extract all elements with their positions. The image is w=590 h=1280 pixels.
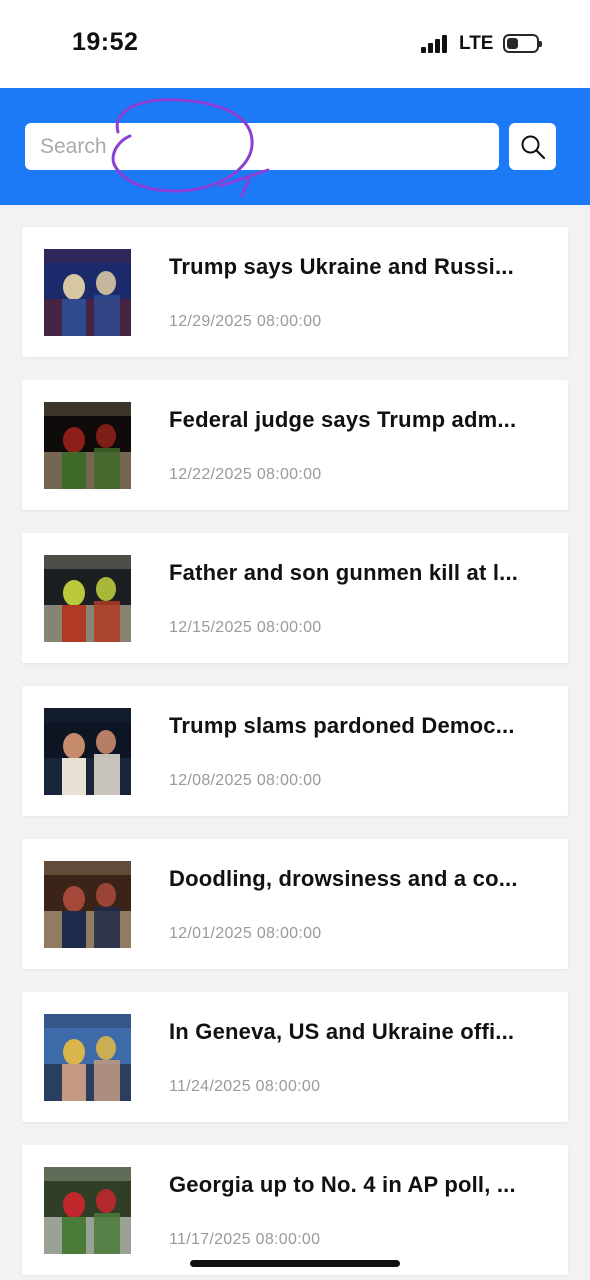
- news-date: 12/01/2025 08:00:00: [169, 925, 322, 942]
- image-officials-press-event: [44, 1014, 131, 1101]
- news-date: 11/24/2025 08:00:00: [169, 1078, 321, 1095]
- image-man-portrait-speaking: [44, 708, 131, 795]
- news-card[interactable]: In Geneva, US and Ukraine offi... 11/24/2…: [22, 992, 568, 1122]
- news-title[interactable]: Georgia up to No. 4 in AP poll, ...: [169, 1172, 547, 1198]
- search-button[interactable]: [509, 123, 556, 170]
- news-date: 12/29/2025 08:00:00: [169, 313, 322, 330]
- status-bar: 19:52 LTE: [0, 0, 590, 88]
- news-title[interactable]: Trump slams pardoned Democ...: [169, 713, 547, 739]
- news-card[interactable]: Father and son gunmen kill at l... 12/15/…: [22, 533, 568, 663]
- news-title[interactable]: Father and son gunmen kill at l...: [169, 560, 547, 586]
- search-icon: [521, 135, 545, 159]
- news-title[interactable]: In Geneva, US and Ukraine offi...: [169, 1019, 547, 1045]
- search-header: [0, 88, 590, 205]
- news-card[interactable]: Federal judge says Trump adm... 12/22/202…: [22, 380, 568, 510]
- news-title[interactable]: Federal judge says Trump adm...: [169, 407, 547, 433]
- image-emergency-responders-night: [44, 555, 131, 642]
- search-input[interactable]: [25, 123, 499, 170]
- news-card[interactable]: Doodling, drowsiness and a co... 12/01/20…: [22, 839, 568, 969]
- news-date: 11/17/2025 08:00:00: [169, 1231, 321, 1248]
- image-memorial-flowers-candles: [44, 402, 131, 489]
- news-date: 12/15/2025 08:00:00: [169, 619, 322, 636]
- news-title[interactable]: Doodling, drowsiness and a co...: [169, 866, 547, 892]
- news-title[interactable]: Trump says Ukraine and Russi...: [169, 254, 547, 280]
- cellular-signal-icon: [421, 35, 449, 53]
- news-card[interactable]: Georgia up to No. 4 in AP poll, ... 11/17…: [22, 1145, 568, 1275]
- news-card[interactable]: Trump says Ukraine and Russi... 12/29/202…: [22, 227, 568, 357]
- image-flags-two-men-handshake: [44, 249, 131, 336]
- image-football-players-field: [44, 1167, 131, 1254]
- news-date: 12/08/2025 08:00:00: [169, 772, 322, 789]
- app-screen: 19:52 LTE Trump says Ukraine and Russi..…: [0, 0, 590, 1280]
- network-type: LTE: [459, 33, 494, 54]
- news-date: 12/22/2025 08:00:00: [169, 466, 322, 483]
- battery-icon: [503, 34, 542, 53]
- news-list: Trump says Ukraine and Russi... 12/29/202…: [22, 227, 568, 1280]
- status-time: 19:52: [72, 28, 139, 56]
- news-card[interactable]: Trump slams pardoned Democ... 12/08/2025 …: [22, 686, 568, 816]
- home-indicator[interactable]: [190, 1260, 400, 1267]
- image-cabinet-meeting-room: [44, 861, 131, 948]
